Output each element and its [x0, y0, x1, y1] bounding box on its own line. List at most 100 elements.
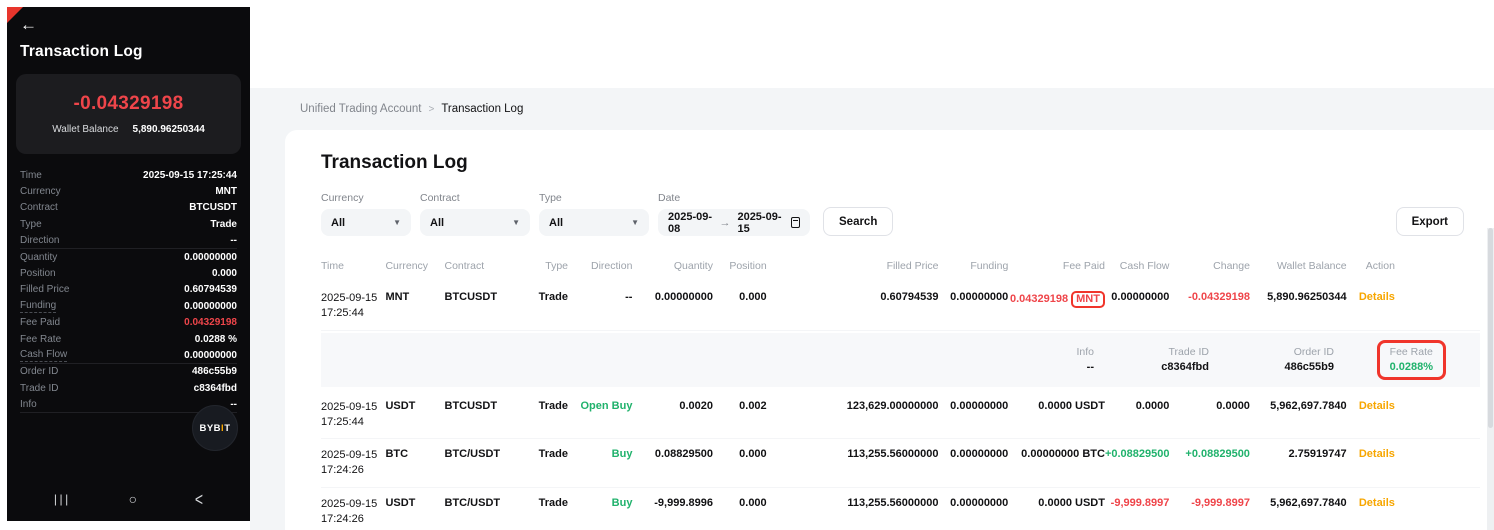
cell-currency: BTC	[385, 448, 444, 460]
mobile-app-panel: ← Transaction Log -0.04329198 Wallet Bal…	[7, 7, 250, 521]
date-to: 2025-09-15	[737, 211, 781, 235]
page-background: Unified Trading Account > Transaction Lo…	[250, 88, 1494, 530]
cell-cash-flow: 0.0000	[1105, 400, 1169, 412]
fee-unit-annotation-box: MNT	[1071, 291, 1105, 308]
search-button[interactable]: Search	[823, 207, 893, 236]
details-link[interactable]: Details	[1347, 497, 1395, 509]
cell-quantity: 0.08829500	[632, 448, 713, 460]
cell-currency: USDT	[385, 400, 444, 412]
col-header-currency: Currency	[385, 260, 444, 272]
mobile-page-title: Transaction Log	[7, 35, 250, 61]
recents-icon[interactable]: |||	[54, 492, 71, 506]
details-link[interactable]: Details	[1347, 448, 1395, 460]
table-row: 2025-09-1517:25:44 USDT BTCUSDT Trade Op…	[321, 391, 1480, 440]
col-header-contract: Contract	[445, 260, 526, 272]
type-filter-label: Type	[539, 192, 649, 204]
field-label-tooltip[interactable]: Cash Flow	[20, 349, 67, 362]
chevron-down-icon: ▼	[617, 218, 639, 227]
field-value: --	[230, 235, 237, 246]
field-value: MNT	[215, 186, 237, 197]
cell-fee-paid: 0.0000 USDT	[1008, 497, 1105, 509]
breadcrumb-root-link[interactable]: Unified Trading Account	[300, 103, 421, 115]
back-nav-icon[interactable]: <	[195, 489, 203, 510]
cell-direction: Buy	[568, 497, 632, 509]
field-value: 0.00000000	[184, 350, 237, 361]
field-value: Trade	[210, 219, 237, 230]
detail-info: Info--	[1024, 346, 1094, 373]
contract-filter: Contract All▼	[420, 192, 530, 236]
field-row-fee-paid: Fee Paid 0.04329198	[20, 315, 237, 331]
field-row-funding: Funding 0.00000000	[20, 298, 237, 314]
arrow-right-icon: →	[719, 217, 730, 229]
cell-fee-paid: 0.00000000 BTC	[1008, 448, 1105, 460]
type-select[interactable]: All▼	[539, 209, 649, 236]
cell-type: Trade	[525, 448, 568, 460]
wallet-balance-label: Wallet Balance	[52, 124, 118, 135]
field-label: Direction	[20, 235, 59, 246]
field-value: c8364fbd	[194, 383, 237, 394]
back-arrow-icon[interactable]: ←	[7, 7, 250, 35]
cell-contract: BTC/USDT	[445, 448, 526, 460]
calendar-icon	[791, 217, 800, 228]
field-row-filled-price: Filled Price0.60794539	[20, 282, 237, 298]
contract-select[interactable]: All▼	[420, 209, 530, 236]
field-label: Filled Price	[20, 284, 69, 295]
field-row-type: Type Trade	[20, 216, 237, 232]
field-label: Info	[20, 399, 37, 410]
cell-quantity: 0.00000000	[632, 291, 713, 303]
cell-funding: 0.00000000	[939, 400, 1009, 412]
transaction-table: Time Currency Contract Type Direction Qu…	[321, 254, 1480, 530]
filter-bar: Currency All▼ Contract All▼ Type All▼ Da…	[321, 192, 1480, 236]
field-label: Currency	[20, 186, 61, 197]
android-nav-bar: ||| ○ <	[7, 477, 250, 521]
contract-filter-label: Contract	[420, 192, 530, 204]
field-label: Type	[20, 219, 42, 230]
summary-amount: -0.04329198	[73, 93, 183, 115]
cell-funding: 0.00000000	[939, 497, 1009, 509]
field-row-time: Time2025-09-15 17:25:44	[20, 167, 237, 183]
field-label: Trade ID	[20, 383, 59, 394]
col-header-position: Position	[713, 260, 767, 272]
cell-wallet-balance: 2.75919747	[1250, 448, 1347, 460]
vertical-scrollbar[interactable]	[1487, 228, 1494, 530]
date-range-picker[interactable]: 2025-09-08 → 2025-09-15	[658, 209, 810, 236]
cell-cash-flow: 0.00000000	[1105, 291, 1169, 303]
field-label-tooltip[interactable]: Funding	[20, 300, 56, 313]
summary-card: -0.04329198 Wallet Balance 5,890.9625034…	[16, 74, 241, 154]
field-row-currency: Currency MNT	[20, 183, 237, 199]
content-card: Transaction Log Currency All▼ Contract A…	[285, 130, 1494, 530]
field-row-order-id: Order ID486c55b9	[20, 364, 237, 380]
home-icon[interactable]: ○	[129, 491, 137, 507]
expanded-detail-row: Info-- Trade IDc8364fbd Order ID486c55b9…	[321, 333, 1480, 387]
currency-filter-label: Currency	[321, 192, 411, 204]
table-row: 2025-09-1517:24:26 USDT BTC/USDT Trade B…	[321, 488, 1480, 530]
currency-select[interactable]: All▼	[321, 209, 411, 236]
field-value-fee-paid: 0.04329198	[184, 317, 237, 328]
details-link[interactable]: Details	[1347, 400, 1395, 412]
field-label: Fee Paid	[20, 317, 60, 328]
col-header-change: Change	[1169, 260, 1250, 272]
field-value: 486c55b9	[192, 366, 237, 377]
table-row: 2025-09-1517:25:44 MNT BTCUSDT Trade -- …	[321, 282, 1480, 331]
currency-filter: Currency All▼	[321, 192, 411, 236]
breadcrumb: Unified Trading Account > Transaction Lo…	[250, 88, 1494, 130]
scrollbar-thumb[interactable]	[1488, 228, 1493, 428]
cell-position: 0.000	[713, 497, 767, 509]
details-link[interactable]: Details	[1347, 291, 1395, 303]
date-from: 2025-09-08	[668, 211, 712, 235]
cell-fee-paid: 0.04329198MNT	[1008, 291, 1105, 308]
cell-funding: 0.00000000	[939, 448, 1009, 460]
cell-type: Trade	[525, 291, 568, 303]
field-row-quantity: Quantity0.00000000	[20, 249, 237, 265]
field-value: BTCUSDT	[189, 202, 237, 213]
field-value: 0.000	[212, 268, 237, 279]
page-title: Transaction Log	[321, 152, 1480, 174]
export-button[interactable]: Export	[1396, 207, 1464, 236]
cell-type: Trade	[525, 497, 568, 509]
cell-change: +0.08829500	[1169, 448, 1250, 460]
breadcrumb-current: Transaction Log	[441, 103, 523, 115]
field-row-fee-rate: Fee Rate0.0288 %	[20, 331, 237, 347]
corner-flag-decoration	[7, 7, 23, 23]
field-value: 0.00000000	[184, 301, 237, 312]
col-header-action: Action	[1347, 260, 1395, 272]
